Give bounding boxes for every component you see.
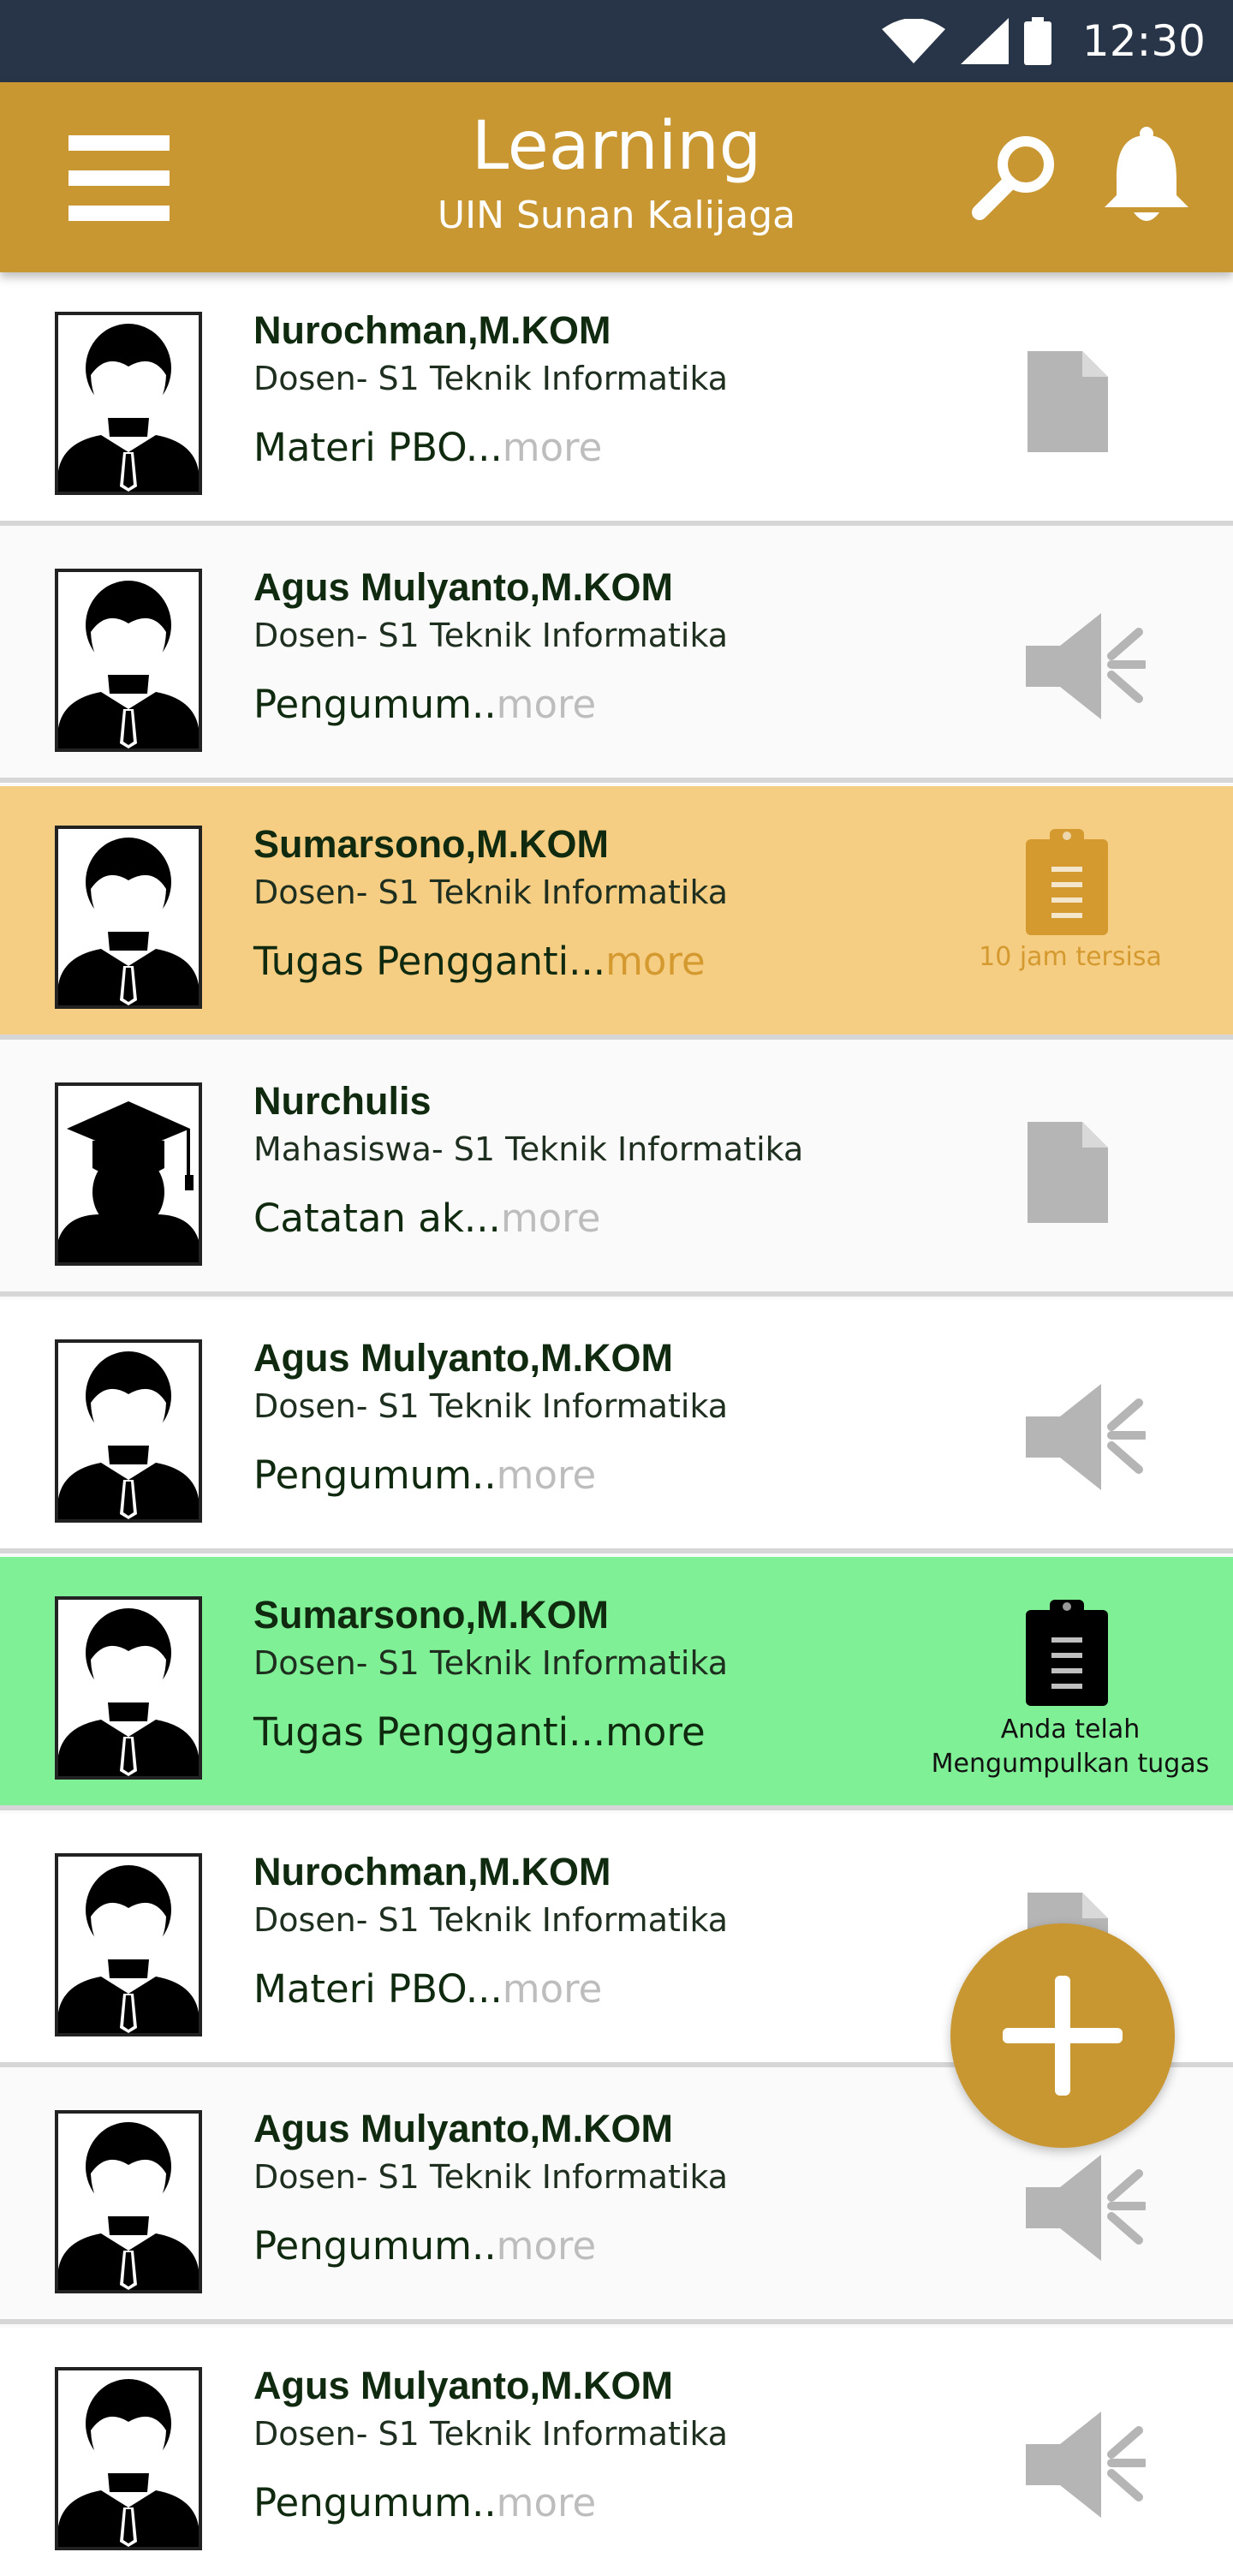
more-link[interactable]: more xyxy=(605,1709,706,1755)
post-preview: Materi PBO...more xyxy=(253,1966,602,2012)
post-preview-text: Tugas Pengganti... xyxy=(253,939,606,984)
student-avatar-icon xyxy=(58,1101,199,1262)
post-author[interactable]: Agus Mulyanto,M.KOM xyxy=(253,565,673,610)
status-icons: 12:30 xyxy=(881,0,1206,82)
post-preview-text: Pengumum.. xyxy=(253,1452,497,1498)
avatar[interactable] xyxy=(55,1596,202,1780)
lecturer-avatar-icon xyxy=(58,1351,199,1519)
status-bar: 12:30 xyxy=(0,0,1233,82)
megaphone-icon xyxy=(1026,613,1146,719)
more-link[interactable]: more xyxy=(503,1966,603,2012)
document-icon xyxy=(1028,1122,1108,1223)
more-link[interactable]: more xyxy=(497,682,597,727)
submitted-caption: Anda telah Mengumpulkan tugas xyxy=(931,1714,1210,1779)
post-author-role: Dosen- S1 Teknik Informatika xyxy=(253,2158,729,2196)
post-item[interactable]: Nurochman,M.KOM Dosen- S1 Teknik Informa… xyxy=(0,272,1233,526)
post-author-role: Mahasiswa- S1 Teknik Informatika xyxy=(253,1130,804,1168)
post-preview: Tugas Pengganti...more xyxy=(253,939,706,984)
more-link[interactable]: more xyxy=(605,939,706,984)
lecturer-avatar-icon xyxy=(58,2379,199,2547)
post-author[interactable]: Nurochman,M.KOM xyxy=(253,308,611,353)
add-post-button[interactable] xyxy=(950,1923,1175,2148)
lecturer-avatar-icon xyxy=(58,838,199,1005)
post-author-role: Dosen- S1 Teknik Informatika xyxy=(253,360,729,397)
post-item[interactable]: Agus Mulyanto,M.KOM Dosen- S1 Teknik Inf… xyxy=(0,529,1233,783)
clipboard-icon xyxy=(1026,1600,1108,1706)
post-preview-text: Tugas Pengganti... xyxy=(253,1709,606,1755)
post-author[interactable]: Agus Mulyanto,M.KOM xyxy=(253,2364,673,2408)
app-bar: Learning UIN Sunan Kalijaga xyxy=(0,82,1233,272)
post-preview-text: Materi PBO... xyxy=(253,1966,503,2012)
post-preview: Materi PBO...more xyxy=(253,425,602,470)
post-preview: Pengumum..more xyxy=(253,2480,596,2525)
megaphone-icon xyxy=(1026,1384,1146,1490)
avatar[interactable] xyxy=(55,1082,202,1266)
post-author-role: Dosen- S1 Teknik Informatika xyxy=(253,617,729,654)
megaphone-icon xyxy=(1026,2155,1146,2261)
lecturer-avatar-icon xyxy=(58,2122,199,2290)
post-item[interactable]: Agus Mulyanto,M.KOM Dosen- S1 Teknik Inf… xyxy=(0,1300,1233,1553)
deadline-caption: 10 jam tersisa xyxy=(979,942,1162,972)
avatar[interactable] xyxy=(55,1339,202,1523)
avatar[interactable] xyxy=(55,2110,202,2293)
post-item[interactable]: Agus Mulyanto,M.KOM Dosen- S1 Teknik Inf… xyxy=(0,2328,1233,2576)
more-link[interactable]: more xyxy=(501,1196,601,1241)
post-preview-text: Materi PBO... xyxy=(253,425,503,470)
post-author-role: Dosen- S1 Teknik Informatika xyxy=(253,1901,729,1939)
post-preview: Pengumum..more xyxy=(253,1452,596,1498)
post-preview-text: Catatan ak... xyxy=(253,1196,501,1241)
signal-icon xyxy=(960,18,1009,64)
avatar[interactable] xyxy=(55,312,202,495)
post-preview: Pengumum..more xyxy=(253,2223,596,2269)
megaphone-icon xyxy=(1026,2412,1146,2518)
document-icon xyxy=(1028,351,1108,452)
post-preview: Pengumum..more xyxy=(253,682,596,727)
clipboard-icon xyxy=(1026,829,1108,935)
avatar[interactable] xyxy=(55,569,202,752)
post-item[interactable]: Sumarsono,M.KOM Dosen- S1 Teknik Informa… xyxy=(0,1557,1233,1810)
post-preview-text: Pengumum.. xyxy=(253,682,497,727)
more-link[interactable]: more xyxy=(497,2480,597,2525)
avatar[interactable] xyxy=(55,1853,202,2036)
lecturer-avatar-icon xyxy=(58,1608,199,1776)
bell-icon[interactable] xyxy=(1099,125,1194,228)
post-author-role: Dosen- S1 Teknik Informatika xyxy=(253,874,729,911)
post-preview: Catatan ak...more xyxy=(253,1196,600,1241)
post-author-role: Dosen- S1 Teknik Informatika xyxy=(253,1387,729,1425)
post-author[interactable]: Nurochman,M.KOM xyxy=(253,1850,611,1894)
post-author-role: Dosen- S1 Teknik Informatika xyxy=(253,2415,729,2453)
search-icon[interactable] xyxy=(968,130,1062,224)
post-author-role: Dosen- S1 Teknik Informatika xyxy=(253,1644,729,1682)
more-link[interactable]: more xyxy=(503,425,603,470)
post-author[interactable]: Nurchulis xyxy=(253,1079,432,1124)
post-author[interactable]: Sumarsono,M.KOM xyxy=(253,822,609,867)
post-preview-text: Pengumum.. xyxy=(253,2480,497,2525)
avatar[interactable] xyxy=(55,2367,202,2550)
lecturer-avatar-icon xyxy=(58,324,199,492)
wifi-icon xyxy=(881,19,945,63)
lecturer-avatar-icon xyxy=(58,1865,199,2033)
post-author[interactable]: Sumarsono,M.KOM xyxy=(253,1593,609,1637)
more-link[interactable]: more xyxy=(497,1452,597,1498)
battery-icon xyxy=(1023,17,1051,65)
post-author[interactable]: Agus Mulyanto,M.KOM xyxy=(253,1336,673,1380)
more-link[interactable]: more xyxy=(497,2223,597,2269)
lecturer-avatar-icon xyxy=(58,581,199,748)
post-preview-text: Pengumum.. xyxy=(253,2223,497,2269)
post-author[interactable]: Agus Mulyanto,M.KOM xyxy=(253,2107,673,2151)
post-preview: Tugas Pengganti...more xyxy=(253,1709,706,1755)
avatar[interactable] xyxy=(55,826,202,1009)
status-time: 12:30 xyxy=(1081,16,1206,66)
post-item[interactable]: Sumarsono,M.KOM Dosen- S1 Teknik Informa… xyxy=(0,786,1233,1040)
post-item[interactable]: Nurchulis Mahasiswa- S1 Teknik Informati… xyxy=(0,1043,1233,1297)
